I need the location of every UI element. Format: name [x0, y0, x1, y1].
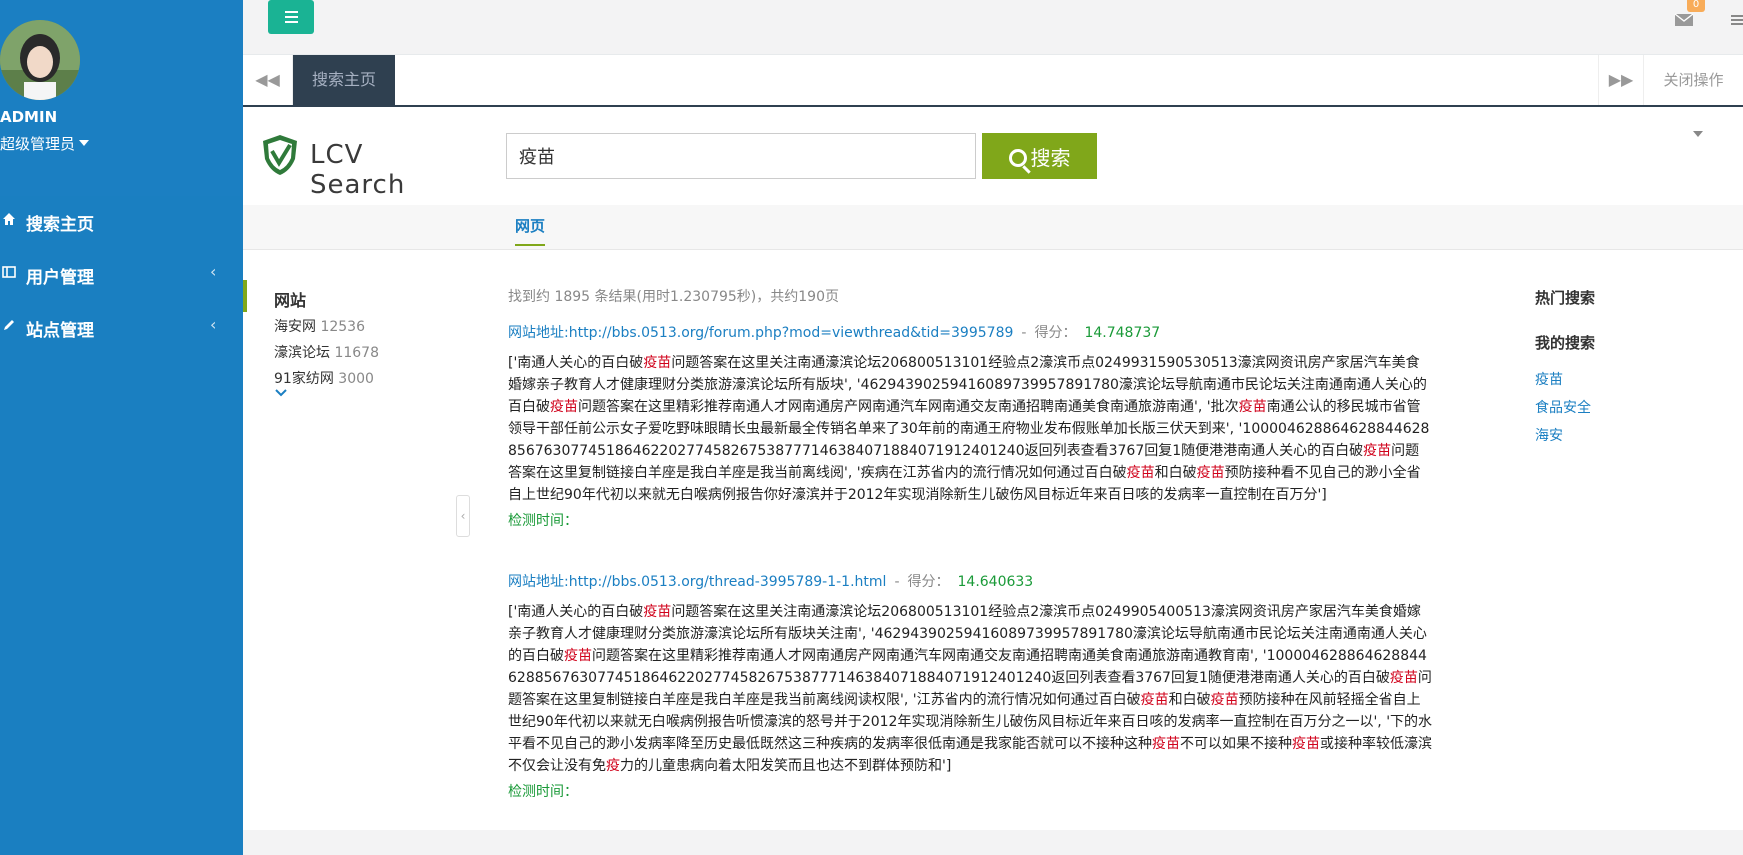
caret-down-icon [79, 140, 90, 146]
sidebar-item-label: 用户管理 [26, 268, 94, 288]
score-label: 得分： [907, 574, 950, 590]
tabs-bar: ◀◀ 搜索主页 ▶▶ 关闭操作 [243, 55, 1743, 107]
result-url-link[interactable]: 网站地址:http://bbs.0513.org/forum.php?mod=v… [508, 325, 1013, 341]
home-icon [2, 212, 18, 228]
filter-item[interactable]: 海安网 12536 [274, 316, 365, 336]
filter-active-bar [243, 280, 247, 312]
sidebar: ADMIN 超级管理员 搜索主页 用户管理 ‹ 站点管理 ‹ [0, 0, 243, 855]
chevron-left-icon: ‹ [210, 262, 217, 281]
tab-search-home[interactable]: 搜索主页 [293, 55, 395, 105]
result-snippet: ['南通人关心的百白破疫苗问题答案在这里关注南通濠滨论坛206800513101… [508, 355, 1430, 503]
search-button[interactable]: 搜索 [982, 133, 1097, 179]
filter-item-name: 濠滨论坛 [274, 345, 330, 361]
sidebar-item-search-home[interactable]: 搜索主页 [0, 196, 243, 246]
logo-text: LCV Search [310, 140, 406, 200]
result-header: 网站地址:http://bbs.0513.org/thread-3995789-… [508, 574, 1034, 590]
hot-searches-panel: 热门搜索 我的搜索 疫苗 食品安全 海安 [1535, 250, 1735, 830]
double-chevron-right-icon: ▶▶ [1608, 70, 1634, 89]
detect-time: 检测时间： [508, 513, 578, 529]
site-filter: 网站 海安网 12536 濠滨论坛 11678 91家纺网 3000 ‹ [243, 250, 470, 830]
admin-role-label: 超级管理员 [0, 135, 76, 153]
double-chevron-left-icon: ◀◀ [255, 70, 280, 89]
score-label: 得分： [1034, 325, 1077, 341]
filter-title: 网站 [274, 291, 307, 310]
tasks-icon[interactable] [1731, 12, 1743, 26]
filter-item-count: 11678 [334, 345, 379, 361]
mail-icon[interactable] [1674, 12, 1694, 26]
tab-web[interactable]: 网页 [515, 215, 546, 246]
shield-logo-icon [263, 135, 297, 175]
sidebar-item-user-management[interactable]: 用户管理 ‹ [0, 249, 243, 299]
score-value: 14.748737 [1084, 325, 1161, 341]
nav-menu: 搜索主页 用户管理 ‹ 站点管理 ‹ [0, 196, 243, 855]
score-value: 14.640633 [957, 574, 1034, 590]
filter-item[interactable]: 91家纺网 3000 [274, 368, 374, 388]
filter-item-name: 海安网 [274, 319, 316, 335]
detect-time: 检测时间： [508, 784, 578, 800]
filter-item-count: 12536 [320, 319, 365, 335]
result-snippet: ['南通人关心的百白破疫苗问题答案在这里关注南通濠滨论坛206800513101… [508, 604, 1433, 774]
sidebar-item-site-management[interactable]: 站点管理 ‹ [0, 302, 243, 352]
my-search-link[interactable]: 海安 [1535, 425, 1563, 445]
edit-icon [2, 318, 18, 334]
search-icon [1008, 148, 1027, 167]
tab-scroll-right-button[interactable]: ▶▶ [1598, 55, 1643, 105]
my-search-link[interactable]: 疫苗 [1535, 369, 1563, 389]
filter-item-name: 91家纺网 [274, 371, 334, 387]
main-content: LCV Search 搜索 网页 网站 海安网 12536 濠滨论坛 11678… [243, 107, 1743, 830]
topbar: 0 [243, 0, 1743, 55]
result-stats: 找到约 1895 条结果(用时1.230795秒)，共约190页 [508, 289, 839, 305]
collapse-handle[interactable]: ‹ [456, 495, 470, 537]
result-type-nav: 网页 [243, 205, 1743, 250]
result-header: 网站地址:http://bbs.0513.org/forum.php?mod=v… [508, 325, 1161, 341]
chevron-left-icon: ‹ [210, 315, 217, 334]
sidebar-item-label: 搜索主页 [26, 215, 94, 235]
hot-searches-title: 热门搜索 [1535, 289, 1596, 307]
admin-role-dropdown[interactable]: 超级管理员 [0, 133, 90, 154]
logo: LCV Search [260, 133, 465, 200]
result-url-link[interactable]: 网站地址:http://bbs.0513.org/thread-3995789-… [508, 574, 886, 590]
search-results: 找到约 1895 条结果(用时1.230795秒)，共约190页 网站地址:ht… [508, 250, 1468, 830]
my-searches-title: 我的搜索 [1535, 334, 1596, 352]
expand-more-button[interactable] [274, 386, 288, 402]
hamburger-icon [285, 11, 298, 13]
chevron-down-icon [275, 389, 287, 397]
my-search-link[interactable]: 食品安全 [1535, 397, 1591, 417]
footer-strip [243, 830, 1743, 855]
mail-count-badge: 0 [1687, 0, 1705, 12]
search-button-label: 搜索 [1030, 145, 1071, 170]
close-operations-button[interactable]: 关闭操作 [1643, 55, 1743, 105]
result-item: 网站地址:http://bbs.0513.org/forum.php?mod=v… [508, 322, 1433, 530]
filter-item[interactable]: 濠滨论坛 11678 [274, 342, 379, 362]
profile-panel: ADMIN 超级管理员 [0, 0, 243, 196]
admin-name: ADMIN [0, 108, 58, 126]
user-icon [2, 265, 18, 281]
avatar[interactable] [0, 20, 80, 100]
search-input[interactable] [506, 133, 976, 179]
caret-down-icon[interactable] [1693, 131, 1703, 137]
result-item: 网站地址:http://bbs.0513.org/thread-3995789-… [508, 571, 1433, 801]
tab-scroll-left-button[interactable]: ◀◀ [243, 55, 293, 105]
filter-item-count: 3000 [338, 371, 374, 387]
menu-toggle-button[interactable] [268, 0, 314, 34]
search-header: LCV Search 搜索 [243, 107, 1743, 205]
sidebar-item-label: 站点管理 [26, 321, 94, 341]
